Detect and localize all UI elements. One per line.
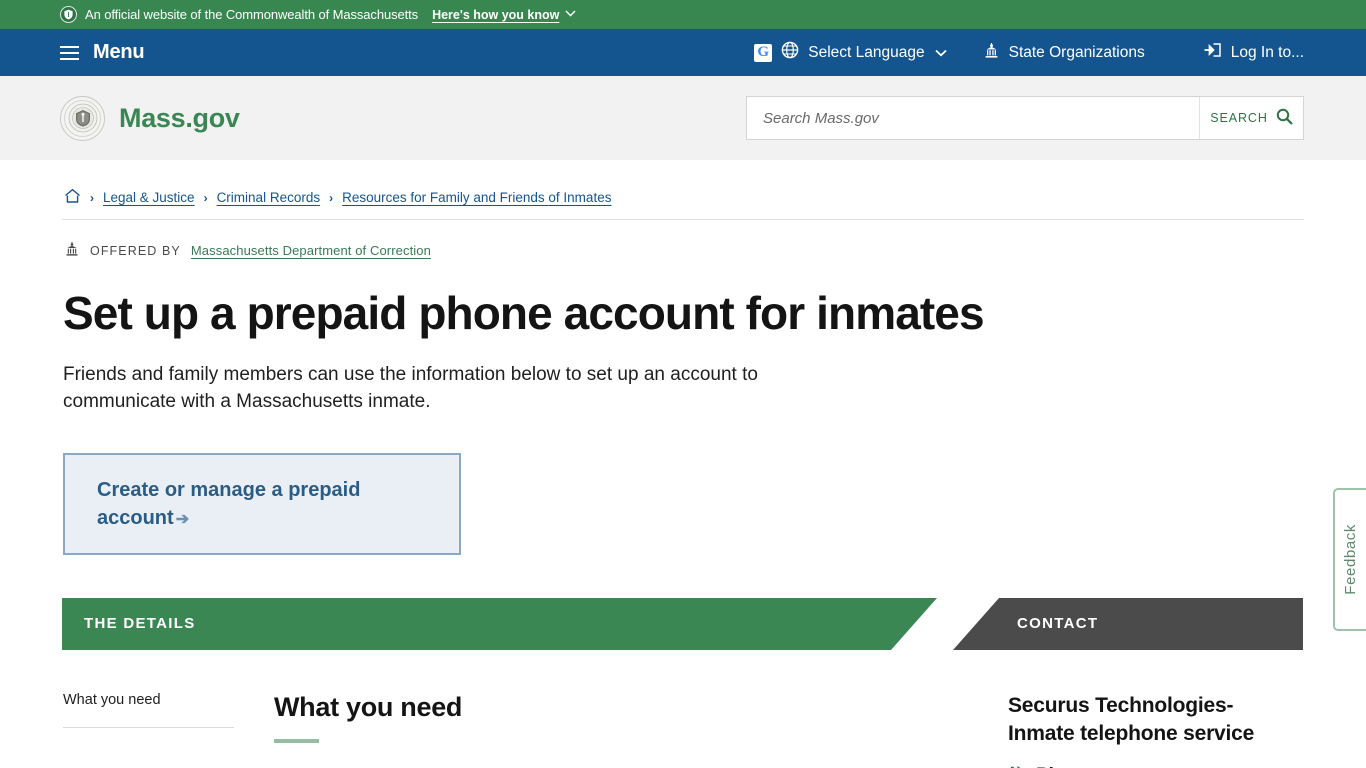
log-in-label: Log In to... [1230, 43, 1304, 61]
state-organizations-label: State Organizations [1008, 43, 1145, 61]
hamburger-icon [60, 45, 79, 60]
tab-the-details[interactable]: THE DETAILS [62, 598, 937, 650]
search-icon [1276, 108, 1293, 128]
breadcrumb-item-legal-justice[interactable]: Legal & Justice [103, 190, 195, 205]
feedback-tab[interactable]: Feedback [1333, 488, 1366, 631]
breadcrumb-item-criminal-records[interactable]: Criminal Records [217, 190, 321, 205]
log-in-button[interactable]: Log In to... [1203, 41, 1304, 64]
official-site-banner: An official website of the Commonwealth … [0, 0, 1366, 29]
search-bar: SEARCH [746, 96, 1304, 140]
massachusetts-seal-icon [60, 95, 105, 141]
details-side-nav: What you need [62, 692, 234, 768]
section-tabs: THE DETAILS CONTACT [62, 597, 1304, 650]
search-button-label: SEARCH [1210, 111, 1268, 125]
home-icon[interactable] [64, 188, 81, 207]
feedback-label: Feedback [1342, 524, 1359, 595]
site-header: Mass.gov SEARCH [0, 76, 1366, 160]
state-seal-icon [60, 6, 77, 23]
chevron-down-icon [565, 9, 576, 20]
offered-by: OFFERED BY Massachusetts Department of C… [62, 220, 1304, 260]
breadcrumb-separator: › [203, 190, 208, 205]
cta-label: Create or manage a prepaid account ➔ [97, 476, 427, 532]
globe-icon [781, 41, 799, 64]
offered-by-label: OFFERED BY [90, 243, 181, 258]
chevron-down-icon [934, 46, 947, 60]
google-translate-icon: G [754, 43, 773, 62]
select-language-button[interactable]: G Select Language [754, 41, 947, 64]
how-you-know-label: Here's how you know [432, 7, 560, 22]
page-lede: Friends and family members can use the i… [63, 363, 758, 412]
tab-contact[interactable]: CONTACT [953, 597, 1303, 650]
mass-gov-home-link[interactable]: Mass.gov [60, 95, 240, 141]
heres-how-you-know-toggle[interactable]: Here's how you know [432, 8, 576, 22]
section-heading-what-you-need: What you need [274, 691, 463, 722]
tab-the-details-label: THE DETAILS [84, 615, 196, 633]
create-or-manage-prepaid-account-button[interactable]: Create or manage a prepaid account ➔ [63, 452, 461, 555]
main-menu-button[interactable]: Menu [60, 41, 145, 64]
state-organizations-link[interactable]: State Organizations [983, 42, 1145, 64]
details-body: What you need [234, 692, 992, 768]
utility-nav-items: G Select Language State Organizations Lo… [754, 41, 1304, 64]
contact-column: Securus Technologies- Inmate telephone s… [992, 692, 1304, 768]
breadcrumb-separator: › [329, 190, 334, 205]
login-arrow-icon [1203, 41, 1222, 64]
capitol-building-icon [983, 42, 1000, 64]
search-input[interactable] [747, 97, 1199, 139]
contact-organization-name: Securus Technologies- Inmate telephone s… [1008, 693, 1255, 745]
offered-by-organization-link[interactable]: Massachusetts Department of Correction [191, 243, 431, 258]
arrow-right-icon: ➔ [175, 510, 190, 528]
search-submit-button[interactable]: SEARCH [1199, 97, 1303, 139]
capitol-building-icon [64, 241, 80, 260]
side-nav-item-label: What you need [63, 691, 161, 708]
page-content: › Legal & Justice › Criminal Records › R… [0, 160, 1366, 768]
utility-navigation: Menu G Select Language State Organizatio… [0, 29, 1366, 76]
lower-content: What you need What you need Securus Tech… [62, 692, 1304, 768]
section-heading-rule [274, 738, 319, 743]
tab-contact-label: CONTACT [1017, 615, 1099, 633]
cta-label-text: Create or manage a prepaid account [97, 478, 361, 529]
banner-text: An official website of the Commonwealth … [85, 7, 419, 22]
select-language-label: Select Language [808, 43, 925, 61]
breadcrumb-separator: › [90, 190, 94, 205]
breadcrumb-item-resources-family-friends[interactable]: Resources for Family and Friends of Inma… [342, 190, 611, 205]
side-nav-item-what-you-need[interactable]: What you need [63, 692, 234, 728]
breadcrumb: › Legal & Justice › Criminal Records › R… [62, 160, 1304, 220]
page-title: Set up a prepaid phone account for inmat… [63, 287, 985, 339]
brand-name: Mass.gov [119, 102, 240, 133]
menu-label: Menu [93, 41, 145, 63]
